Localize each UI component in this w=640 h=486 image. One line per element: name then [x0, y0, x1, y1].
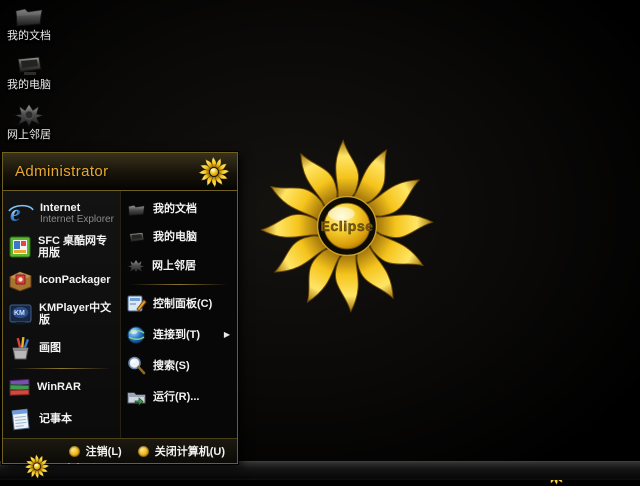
internet-explorer-icon: e — [8, 201, 34, 226]
menu-item-label: 画图 — [39, 342, 61, 354]
desktop-icon-network-places[interactable]: 网上邻居 — [0, 102, 58, 141]
menu-item-sfc[interactable]: SFC 桌酷网专用版 — [3, 231, 120, 263]
menu-separator — [12, 368, 111, 369]
menu-item-label: 我的电脑 — [153, 231, 197, 243]
menu-item-label: IconPackager — [39, 274, 111, 286]
log-off-icon — [68, 445, 80, 457]
desktop-icon-my-computer[interactable]: 我的电脑 — [0, 52, 58, 91]
menu-item-label: 搜索(S) — [153, 359, 190, 372]
kmplayer-icon: KM — [9, 304, 32, 324]
menu-item-internet[interactable]: e Internet Internet Explorer — [3, 195, 120, 231]
search-icon — [128, 356, 146, 375]
wallpaper-eclipse-logo: Eclipse — [252, 124, 442, 328]
turn-off-icon — [137, 445, 149, 457]
menu-item-label: Internet — [40, 201, 81, 214]
svg-text:KM: KM — [14, 310, 25, 317]
sfc-icon — [9, 236, 31, 258]
menu-item-label: 连接到(T) — [153, 328, 201, 341]
menu-item-label: 控制面板(C) — [153, 297, 213, 310]
start-menu-header: Administrator — [3, 153, 237, 191]
network-places-icon — [126, 258, 146, 274]
logged-in-user: Administrator — [15, 163, 109, 180]
menu-item-winrar[interactable]: WinRAR — [3, 372, 120, 402]
desktop-icon-label: 网上邻居 — [7, 129, 51, 141]
my-computer-icon — [17, 56, 42, 75]
menu-item-iconpackager[interactable]: IconPackager — [3, 263, 120, 297]
menu-item-connect-to[interactable]: 连接到(T) ▶ — [121, 319, 237, 350]
iconpackager-icon — [9, 270, 32, 292]
menu-item-label: 我的文档 — [153, 203, 197, 215]
menu-item-sublabel: Internet Explorer — [40, 213, 114, 225]
log-off-button[interactable]: 注销(L) — [68, 443, 122, 459]
submenu-arrow-icon: ▶ — [223, 330, 230, 339]
start-button[interactable] — [14, 453, 60, 480]
my-documents-icon — [128, 204, 145, 216]
menu-item-label: 网上邻居 — [152, 260, 196, 272]
desktop-icon-label: 我的文档 — [7, 30, 51, 42]
desktop-icon-my-documents[interactable]: 我的文档 — [0, 3, 58, 42]
menu-item-label: KMPlayer中文版 — [39, 302, 112, 326]
turn-off-computer-button[interactable]: 关闭计算机(U) — [137, 443, 225, 459]
control-panel-icon — [127, 295, 147, 312]
desktop-icon-label: 我的电脑 — [7, 79, 51, 91]
winrar-icon — [9, 378, 30, 396]
my-documents-icon — [15, 8, 43, 27]
desktop: Eclipse 我的文档 我的电脑 网上邻居 Administrator e I… — [0, 0, 640, 480]
menu-item-notepad[interactable]: 记事本 — [3, 402, 120, 436]
menu-item-network-places[interactable]: 网上邻居 — [121, 251, 237, 281]
svg-text:e: e — [10, 201, 21, 226]
turn-off-label: 关闭计算机(U) — [154, 446, 225, 458]
menu-item-search[interactable]: 搜索(S) — [121, 350, 237, 381]
network-places-icon — [12, 103, 46, 128]
sun-start-icon — [25, 454, 49, 478]
menu-item-my-documents[interactable]: 我的文档 — [121, 195, 237, 223]
notepad-icon — [11, 408, 30, 430]
menu-item-control-panel[interactable]: 控制面板(C) — [121, 288, 237, 319]
start-menu-places-list: 我的文档 我的电脑 网上邻居 控制面板(C) 连接到(T) ▶ 搜索(S) 运行… — [120, 191, 237, 438]
menu-item-paint[interactable]: 画图 — [3, 331, 120, 365]
log-off-label: 注销(L) — [85, 446, 122, 458]
menu-item-run[interactable]: 运行(R)... — [121, 381, 237, 412]
menu-item-label: 运行(R)... — [153, 390, 200, 403]
menu-item-label: 记事本 — [39, 413, 72, 425]
wallpaper-logo-text: Eclipse — [320, 219, 373, 235]
start-menu: Administrator e Internet Internet Explor… — [2, 152, 238, 464]
menu-separator — [130, 284, 228, 285]
my-computer-icon — [129, 231, 145, 242]
run-icon — [127, 392, 146, 406]
menu-item-label: WinRAR — [37, 381, 81, 393]
menu-item-label: SFC 桌酷网专用版 — [38, 235, 108, 259]
paint-icon — [12, 336, 30, 359]
sun-icon — [197, 155, 231, 189]
menu-item-my-computer[interactable]: 我的电脑 — [121, 223, 237, 251]
start-menu-pinned-list: e Internet Internet Explorer SFC 桌酷网专用版 — [3, 191, 120, 464]
menu-item-kmplayer[interactable]: KM KMPlayer中文版 — [3, 297, 120, 331]
connect-to-icon — [127, 326, 145, 344]
